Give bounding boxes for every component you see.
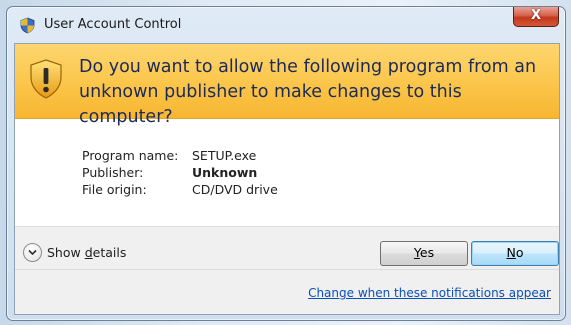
uac-question: Do you want to allow the following progr… (79, 57, 537, 127)
program-name-value: SETUP.exe (192, 148, 257, 163)
no-button[interactable]: No (471, 241, 559, 266)
publisher-label: Publisher: (82, 165, 144, 180)
publisher-row: Publisher: Unknown (82, 164, 278, 181)
publisher-value: Unknown (192, 165, 258, 180)
close-button[interactable]: X (513, 7, 559, 27)
program-name-row: Program name: SETUP.exe (82, 147, 278, 164)
change-notifications-link[interactable]: Change when these notifications appear (308, 286, 551, 300)
program-name-label: Program name: (82, 148, 179, 163)
uac-dialog-window: User Account Control X Do you want to al… (6, 6, 566, 321)
footer-divider (15, 269, 559, 270)
program-details: Program name: SETUP.exe Publisher: Unknown… (82, 147, 278, 198)
file-origin-value: CD/DVD drive (192, 182, 278, 197)
title-bar[interactable]: User Account Control X (7, 7, 565, 43)
uac-shield-icon (20, 17, 35, 34)
show-details-toggle[interactable]: Show details (23, 242, 126, 262)
window-title: User Account Control (44, 17, 182, 32)
yes-button[interactable]: Yes (380, 241, 468, 266)
chevron-down-icon[interactable] (23, 242, 42, 262)
dialog-footer: Show details Yes No Change when these no… (15, 226, 559, 314)
show-details-label: Show details (47, 244, 127, 260)
file-origin-row: File origin: CD/DVD drive (82, 181, 278, 198)
warning-banner: Do you want to allow the following progr… (15, 44, 559, 127)
warning-shield-icon (30, 59, 62, 99)
dialog-content: Do you want to allow the following progr… (14, 43, 560, 315)
file-origin-label: File origin: (82, 182, 147, 197)
